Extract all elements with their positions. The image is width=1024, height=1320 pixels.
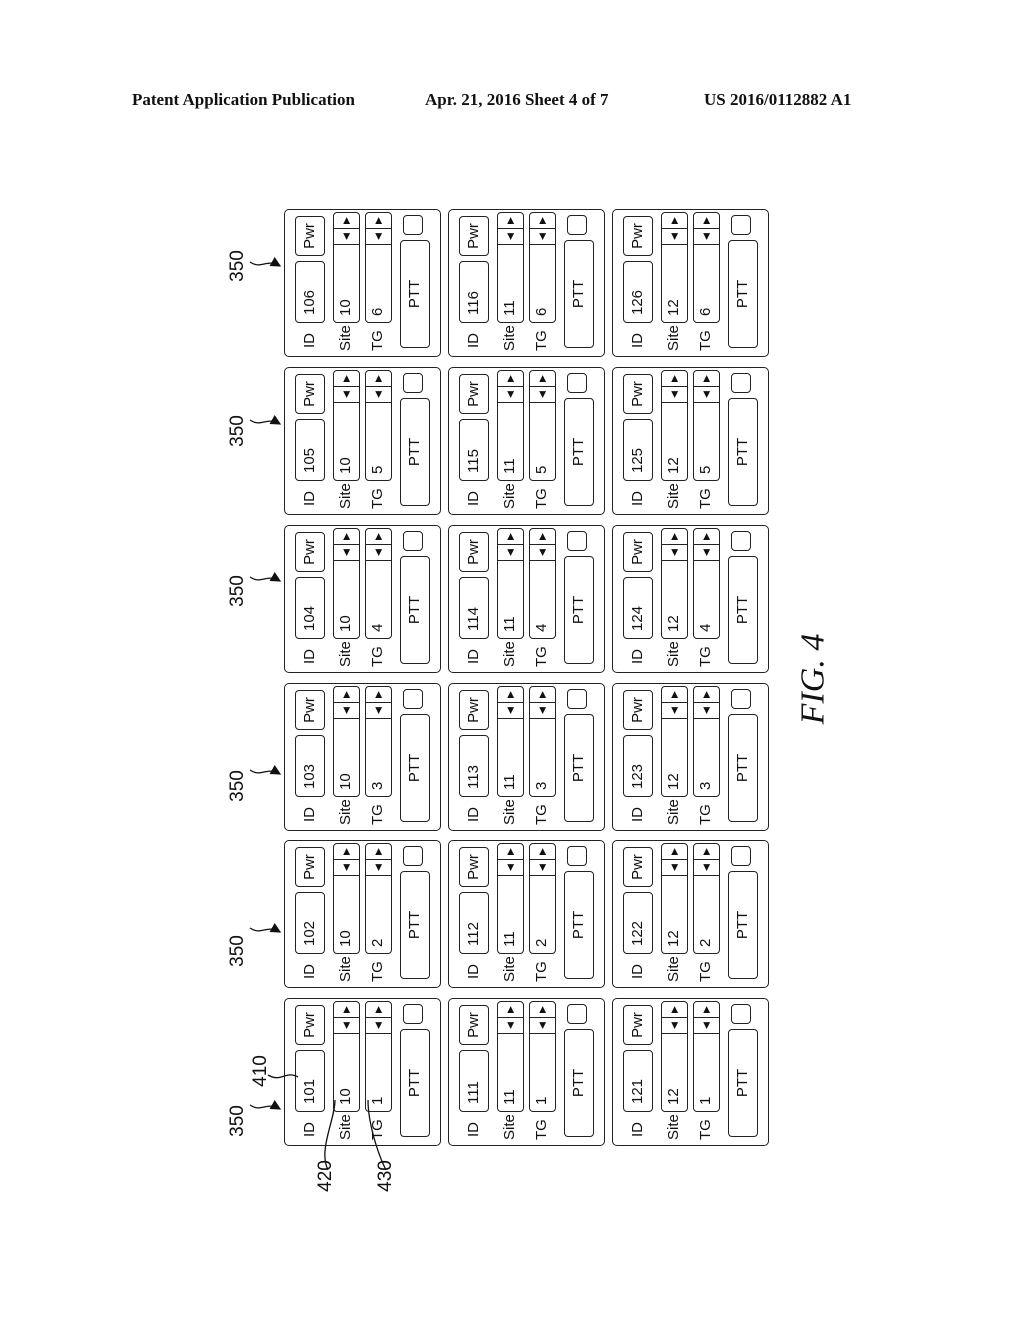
panel-leader-arrow	[249, 571, 282, 582]
id-field-leader-line	[267, 1074, 299, 1079]
panel-leader-arrow	[249, 764, 282, 775]
leader-lines	[249, 256, 387, 1171]
panel-leader-arrow	[249, 1099, 282, 1110]
panel-leader-arrow	[249, 414, 282, 425]
tg-field-leader-line	[367, 1099, 387, 1171]
panel-leader-arrow	[249, 256, 282, 267]
figure-label: FIG. 4	[794, 633, 832, 725]
site-field-leader-line	[324, 1099, 336, 1171]
panel-leader-arrow	[249, 922, 282, 933]
